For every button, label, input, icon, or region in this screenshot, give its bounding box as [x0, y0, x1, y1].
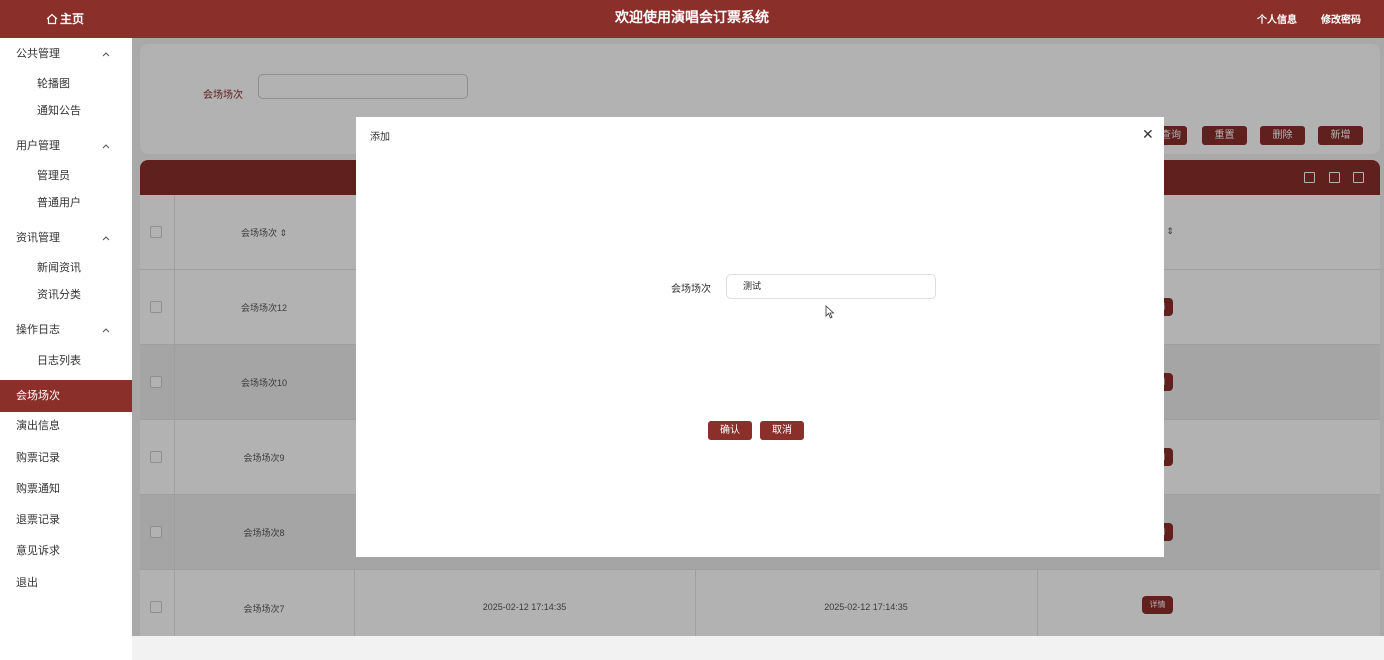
- sidebar-item-logout[interactable]: 退出: [0, 573, 132, 593]
- sidebar-group-label: 操作日志: [16, 324, 60, 336]
- change-password-link[interactable]: 修改密码: [1321, 11, 1361, 26]
- confirm-button[interactable]: 确认: [708, 421, 752, 440]
- sidebar-item-carousel[interactable]: 轮播图: [0, 74, 132, 94]
- dialog-title: 添加: [370, 132, 390, 143]
- sidebar-item-refund-records[interactable]: 退票记录: [0, 510, 132, 530]
- venue-field-input[interactable]: 测试: [726, 274, 936, 299]
- mouse-cursor-icon: [825, 305, 835, 319]
- sidebar-item-ticket-records[interactable]: 购票记录: [0, 448, 132, 468]
- sidebar-group-label: 用户管理: [16, 140, 60, 152]
- sidebar-item-feedback[interactable]: 意见诉求: [0, 541, 132, 561]
- sidebar-group-label: 公共管理: [16, 48, 60, 60]
- sidebar-item-notice[interactable]: 通知公告: [0, 101, 132, 121]
- add-dialog: 添加 ✕ 会场场次 测试 确认 取消: [356, 117, 1164, 557]
- sidebar-item-venue-session[interactable]: 会场场次: [0, 380, 132, 412]
- chevron-up-icon: [102, 52, 110, 57]
- chevron-up-icon: [102, 328, 110, 333]
- profile-link[interactable]: 个人信息: [1257, 11, 1297, 26]
- app-title: 欢迎使用演唱会订票系统: [615, 9, 769, 25]
- sidebar-item-ticket-notice[interactable]: 购票通知: [0, 479, 132, 499]
- close-icon[interactable]: ✕: [1142, 126, 1154, 143]
- sidebar-group-users[interactable]: 用户管理: [0, 136, 132, 156]
- chevron-up-icon: [102, 236, 110, 241]
- venue-field-label: 会场场次: [671, 284, 711, 295]
- sidebar-item-news-category[interactable]: 资讯分类: [0, 285, 132, 305]
- sidebar-item-admin[interactable]: 管理员: [0, 166, 132, 186]
- sidebar-group-logs[interactable]: 操作日志: [0, 320, 132, 340]
- sidebar-item-normal-user[interactable]: 普通用户: [0, 193, 132, 213]
- sidebar-group-news[interactable]: 资讯管理: [0, 228, 132, 248]
- sidebar-group-public[interactable]: 公共管理: [0, 44, 132, 64]
- sidebar-group-label: 资讯管理: [16, 232, 60, 244]
- chevron-up-icon: [102, 144, 110, 149]
- top-bar: 主页 欢迎使用演唱会订票系统 个人信息 修改密码: [0, 0, 1384, 38]
- sidebar: 公共管理 轮播图 通知公告 用户管理 管理员 普通用户 资讯管理 新闻资讯 资讯…: [0, 38, 132, 660]
- cancel-button[interactable]: 取消: [760, 421, 804, 440]
- sidebar-item-performance[interactable]: 演出信息: [0, 416, 132, 436]
- sidebar-item-log-list[interactable]: 日志列表: [0, 351, 132, 371]
- sidebar-item-news[interactable]: 新闻资讯: [0, 258, 132, 278]
